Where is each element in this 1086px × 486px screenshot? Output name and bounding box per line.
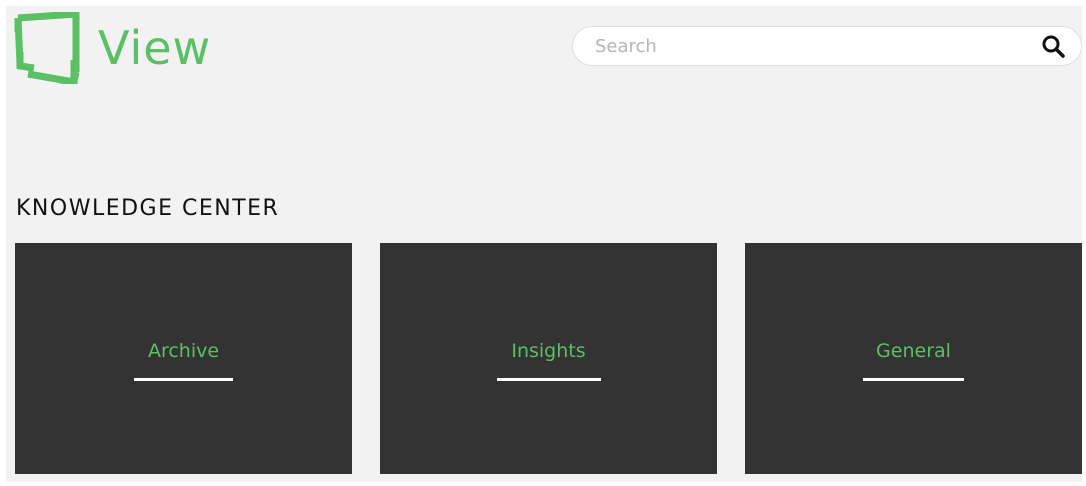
- category-cards: Archive Insights General: [15, 243, 1083, 474]
- card-label: Archive: [147, 340, 220, 362]
- card-label: General: [876, 340, 951, 362]
- search-icon[interactable]: [1041, 34, 1065, 58]
- page: View KNOWLEDGE CENTER Archive Insights G…: [6, 6, 1082, 482]
- search-input[interactable]: [595, 27, 1015, 65]
- brand-logo[interactable]: View: [14, 12, 211, 84]
- card-underline: [134, 378, 233, 381]
- card-archive[interactable]: Archive: [15, 243, 352, 474]
- section-title: KNOWLEDGE CENTER: [16, 196, 280, 221]
- card-underline: [496, 378, 601, 381]
- brand-name: View: [98, 21, 212, 75]
- search-bar: [572, 26, 1082, 66]
- card-underline: [863, 378, 964, 381]
- card-general[interactable]: General: [745, 243, 1082, 474]
- card-insights[interactable]: Insights: [380, 243, 717, 474]
- view-frame-logo-icon: [14, 12, 80, 84]
- card-label: Insights: [511, 340, 586, 362]
